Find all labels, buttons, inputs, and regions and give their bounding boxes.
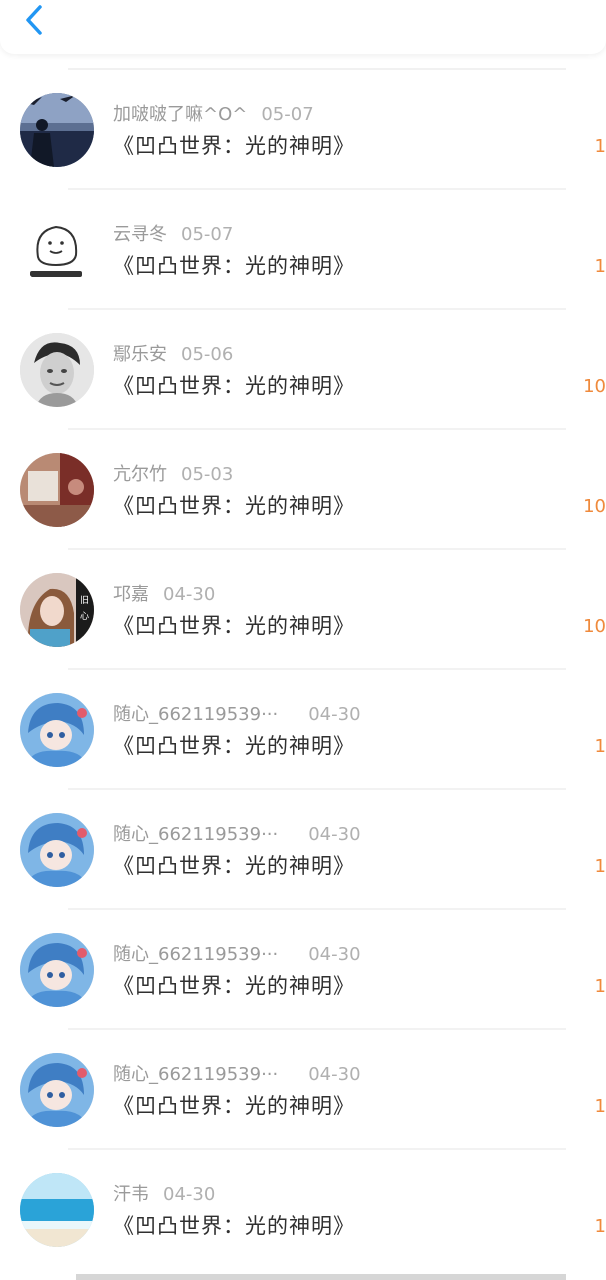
- avatar[interactable]: [20, 213, 94, 287]
- item-meta: 随心_662119539··· 04-30: [113, 700, 361, 725]
- avatar[interactable]: [20, 933, 94, 1007]
- list-item[interactable]: 随心_662119539··· 04-30 《凹凸世界：光的神明》 1: [0, 1030, 606, 1150]
- item-date: 04-30: [163, 1184, 216, 1205]
- reward-amount: 1: [594, 1216, 606, 1237]
- item-meta: 亢尔竹 05-03: [113, 460, 234, 485]
- chevron-left-icon: [26, 5, 42, 35]
- item-date: 04-30: [308, 824, 361, 845]
- avatar[interactable]: [20, 1053, 94, 1127]
- reward-amount: 1: [594, 256, 606, 277]
- user-name: 加啵啵了嘛^O^: [113, 104, 248, 125]
- avatar[interactable]: [20, 453, 94, 527]
- avatar[interactable]: [20, 333, 94, 407]
- reward-amount: 1: [594, 976, 606, 997]
- list-item[interactable]: 随心_662119539··· 04-30 《凹凸世界：光的神明》 1: [0, 790, 606, 910]
- reward-amount: 1: [594, 1096, 606, 1117]
- item-date: 04-30: [308, 944, 361, 965]
- list-item[interactable]: 加啵啵了嘛^O^ 05-07 《凹凸世界：光的神明》 1: [0, 70, 606, 190]
- user-name: 随心_662119539···: [113, 824, 279, 845]
- reward-amount: 1: [594, 136, 606, 157]
- list-item[interactable]: 云寻冬 05-07 《凹凸世界：光的神明》 1: [0, 190, 606, 310]
- list-item[interactable]: 旧 心 邛嘉 04-30 《凹凸世界：光的神明》 10: [0, 550, 606, 670]
- reward-list: 加啵啵了嘛^O^ 05-07 《凹凸世界：光的神明》 1 云寻冬 05-07 《凹凸…: [0, 70, 606, 1270]
- item-date: 04-30: [308, 1064, 361, 1085]
- reward-amount: 10: [583, 496, 606, 517]
- item-meta: 邛嘉 04-30: [113, 580, 216, 605]
- user-name: 随心_662119539···: [113, 944, 279, 965]
- avatar[interactable]: [20, 93, 94, 167]
- reward-amount: 10: [583, 376, 606, 397]
- book-title: 《凹凸世界：光的神明》: [113, 854, 355, 878]
- item-meta: 汗韦 04-30: [113, 1180, 216, 1205]
- item-date: 04-30: [308, 704, 361, 725]
- reward-amount: 1: [594, 856, 606, 877]
- book-title: 《凹凸世界：光的神明》: [113, 134, 355, 158]
- book-title: 《凹凸世界：光的神明》: [113, 1214, 355, 1238]
- book-title: 《凹凸世界：光的神明》: [113, 374, 355, 398]
- item-meta: 加啵啵了嘛^O^ 05-07: [113, 100, 314, 125]
- item-meta: 鄢乐安 05-06: [113, 340, 234, 365]
- item-date: 04-30: [163, 584, 216, 605]
- avatar[interactable]: [20, 693, 94, 767]
- top-bar: [0, 0, 606, 54]
- user-name: 汗韦: [113, 1184, 149, 1205]
- book-title: 《凹凸世界：光的神明》: [113, 254, 355, 278]
- list-item[interactable]: 亢尔竹 05-03 《凹凸世界：光的神明》 10: [0, 430, 606, 550]
- bottom-scroll-edge: [76, 1274, 566, 1280]
- user-name: 云寻冬: [113, 224, 167, 245]
- avatar[interactable]: 旧 心: [20, 573, 94, 647]
- user-name: 随心_662119539···: [113, 1064, 279, 1085]
- back-button[interactable]: [18, 2, 52, 38]
- list-item[interactable]: 随心_662119539··· 04-30 《凹凸世界：光的神明》 1: [0, 910, 606, 1030]
- list-item[interactable]: 鄢乐安 05-06 《凹凸世界：光的神明》 10: [0, 310, 606, 430]
- item-date: 05-03: [181, 464, 234, 485]
- book-title: 《凹凸世界：光的神明》: [113, 1094, 355, 1118]
- book-title: 《凹凸世界：光的神明》: [113, 614, 355, 638]
- list-item[interactable]: 汗韦 04-30 《凹凸世界：光的神明》 1: [0, 1150, 606, 1270]
- svg-text:心: 心: [80, 611, 89, 622]
- item-date: 05-07: [261, 104, 314, 125]
- reward-amount: 10: [583, 616, 606, 637]
- user-name: 亢尔竹: [113, 464, 167, 485]
- svg-text:旧: 旧: [80, 595, 89, 606]
- reward-amount: 1: [594, 736, 606, 757]
- list-item[interactable]: 随心_662119539··· 04-30 《凹凸世界：光的神明》 1: [0, 670, 606, 790]
- item-meta: 随心_662119539··· 04-30: [113, 940, 361, 965]
- book-title: 《凹凸世界：光的神明》: [113, 494, 355, 518]
- user-name: 鄢乐安: [113, 344, 167, 365]
- item-meta: 随心_662119539··· 04-30: [113, 1060, 361, 1085]
- avatar[interactable]: [20, 813, 94, 887]
- user-name: 随心_662119539···: [113, 704, 279, 725]
- item-date: 05-07: [181, 224, 234, 245]
- book-title: 《凹凸世界：光的神明》: [113, 974, 355, 998]
- item-date: 05-06: [181, 344, 234, 365]
- item-meta: 随心_662119539··· 04-30: [113, 820, 361, 845]
- user-name: 邛嘉: [113, 584, 149, 605]
- item-meta: 云寻冬 05-07: [113, 220, 234, 245]
- book-title: 《凹凸世界：光的神明》: [113, 734, 355, 758]
- avatar[interactable]: [20, 1173, 94, 1247]
